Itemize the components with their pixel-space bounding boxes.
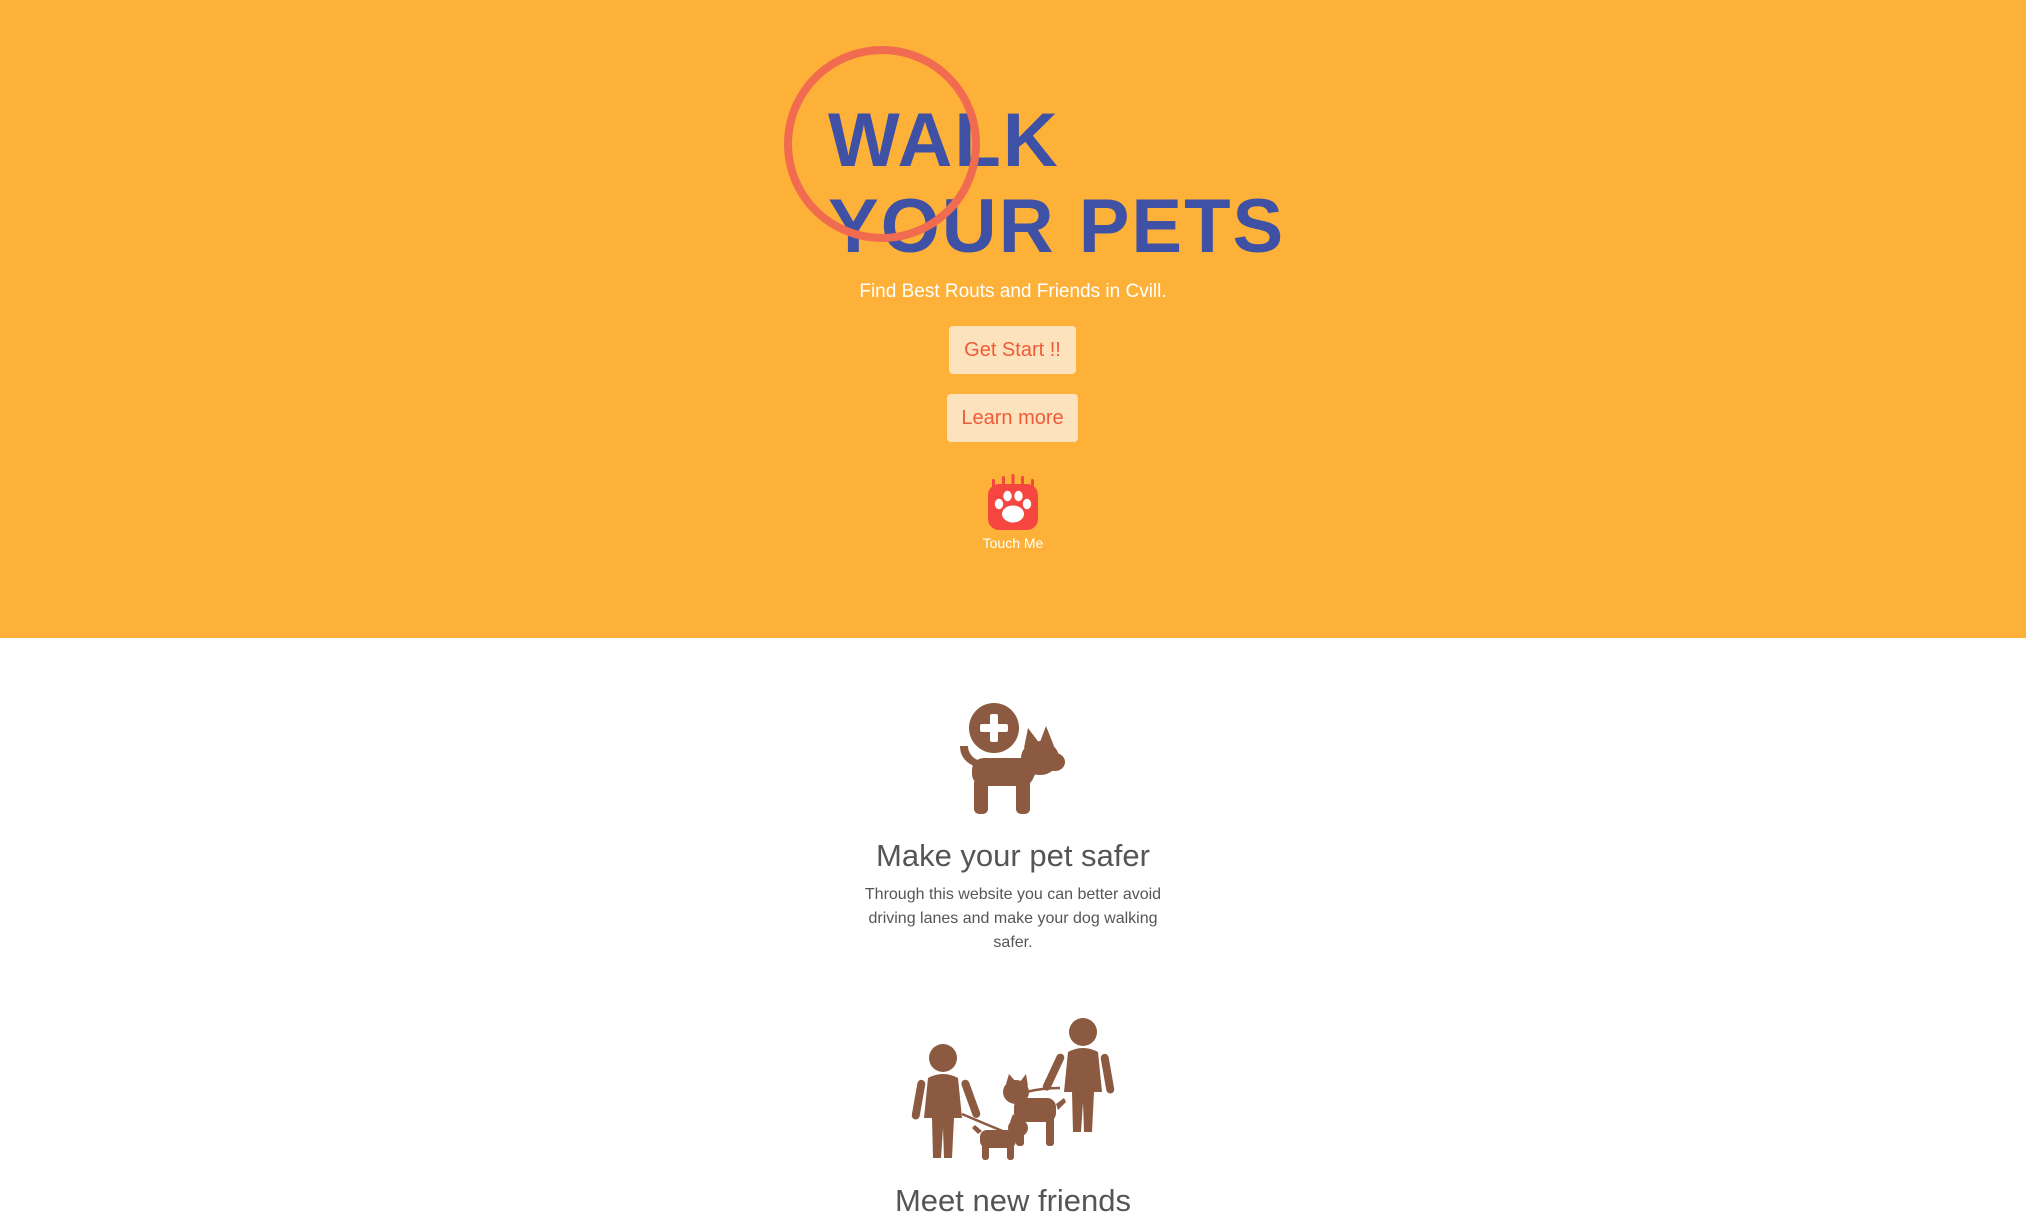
- feature-title: Make your pet safer: [876, 838, 1150, 873]
- feature-description: Through this website you can better avoi…: [864, 886, 1162, 951]
- paw-icon[interactable]: [983, 474, 1043, 534]
- touch-me-label: Touch Me: [982, 535, 1044, 551]
- hero-section: WALK YOUR PETS Find Best Routs and Frien…: [0, 0, 2026, 638]
- landing-page: WALK YOUR PETS Find Best Routs and Frien…: [0, 0, 2026, 1230]
- touch-me-button[interactable]: Touch Me: [963, 474, 1063, 552]
- hero-subtitle: Find Best Routs and Friends in Cvill.: [859, 281, 1167, 302]
- learn-more-button[interactable]: Learn more: [947, 394, 1078, 442]
- feature-title: Meet new friends: [894, 1183, 1132, 1218]
- get-start-button[interactable]: Get Start !!: [949, 326, 1076, 374]
- decorative-circle: [784, 46, 980, 242]
- people-walking-dogs-icon: [911, 1018, 1115, 1160]
- pet-safety-icon: [960, 703, 1065, 814]
